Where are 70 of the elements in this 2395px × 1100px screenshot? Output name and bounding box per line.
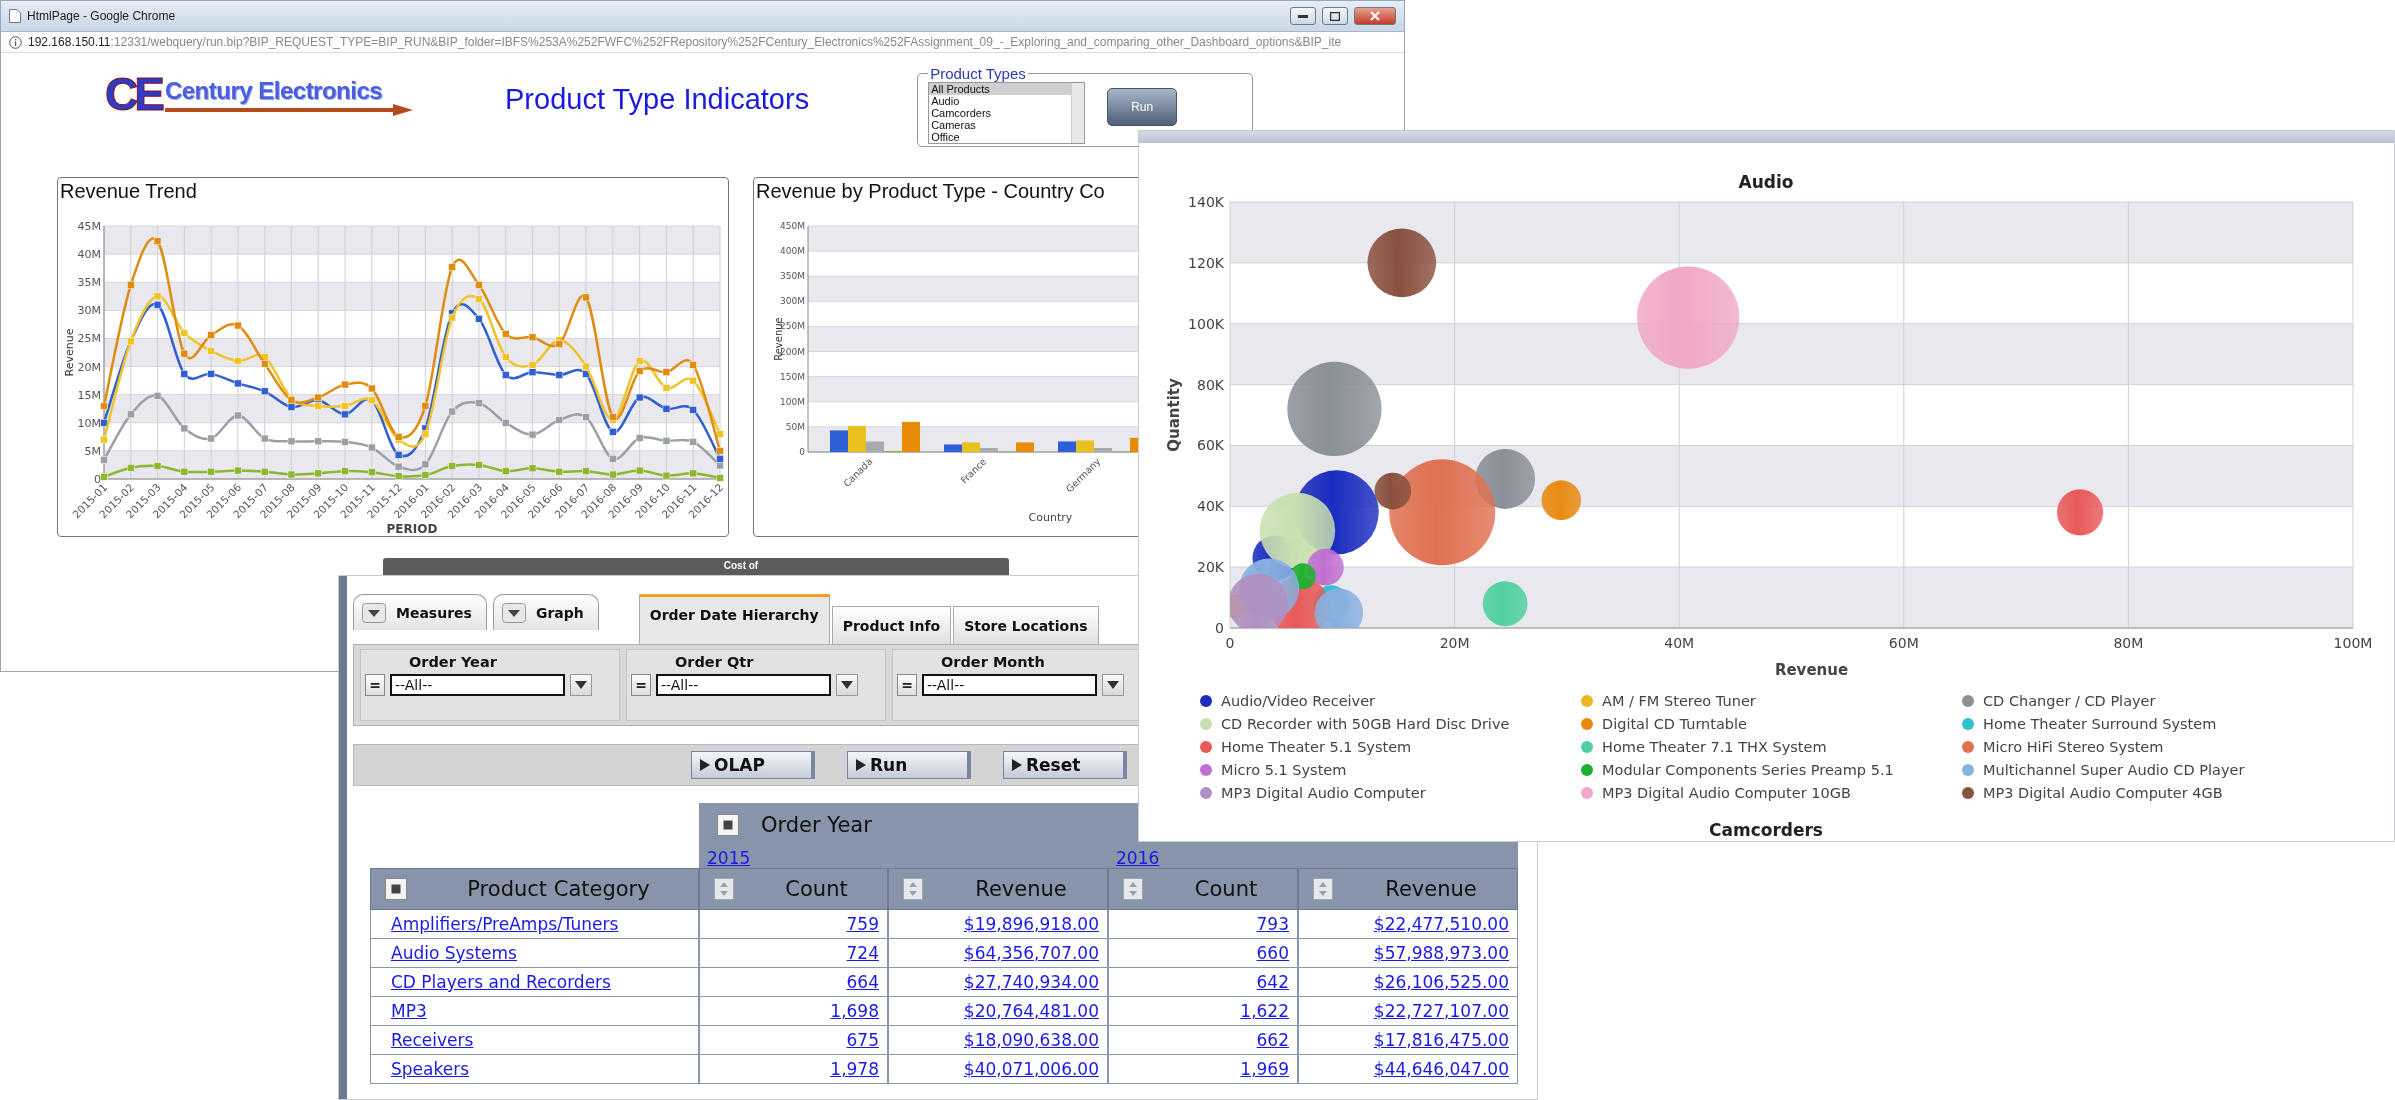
legend-label: CD Changer / CD Player <box>1983 693 2156 709</box>
legend-label: Modular Components Series Preamp 5.1 <box>1602 762 1894 778</box>
axis-title: Country <box>1028 510 1073 524</box>
axis-tick-label: 40K <box>1197 498 1224 515</box>
header-label: Count <box>784 877 849 901</box>
chart-title: Revenue Trend <box>59 179 198 204</box>
axis-tick-label: 5M <box>84 444 101 458</box>
axis-tick-label: 350M <box>780 271 805 281</box>
axis-tick-label: 140K <box>1188 194 1224 210</box>
filter-label: Order Qtr <box>674 654 755 672</box>
axis-tick-label: 80K <box>1197 376 1224 393</box>
axis-tick-label: 60M <box>1888 635 1919 651</box>
page-title: Product Type Indicators <box>505 83 810 116</box>
header-label: Product Category <box>466 877 651 901</box>
legend-label: Micro 5.1 System <box>1221 762 1347 778</box>
dimension-label: Order Year <box>761 813 872 837</box>
legend-label: MP3 Digital Audio Computer <box>1221 785 1426 801</box>
axis-tick-label: 40M <box>77 247 101 261</box>
url-text: 192.168.150.11:12331/webquery/run.bip?BIP_REQUEST_TYPE=BIP_RUN&BIP_folder=IBFS%253A%252FWFC%252FRepository%252FCentury_Electronics%252FAssignment_09_-_Exploring_and_comparing_other_Dashboard_options&BIP_ite <box>28 35 1342 49</box>
legend-label: MP3 Digital Audio Computer 4GB <box>1983 785 2223 801</box>
header-label: Revenue <box>974 877 1068 901</box>
legend-label: Digital CD Turntable <box>1602 716 1747 732</box>
axis-tick-label: 25M <box>77 332 101 346</box>
axis-tick-label: 45M <box>77 219 101 233</box>
legend-label: Home Theater 7.1 THX System <box>1602 739 1827 755</box>
window-title: HtmlPage - Google Chrome <box>27 9 177 23</box>
axis-tick-label: 100K <box>1188 315 1224 332</box>
chart-title: Camcorders <box>1708 820 1824 840</box>
axis-tick-label: 0 <box>1215 620 1224 636</box>
axis-tick-label: 60K <box>1197 437 1224 454</box>
axis-tick-label: 20M <box>1439 635 1470 651</box>
axis-tick-label: 0 <box>1225 635 1235 651</box>
axis-title: Revenue <box>1774 661 1849 679</box>
filter-label: Order Month <box>940 654 1046 672</box>
axis-tick-label: 450M <box>780 220 805 231</box>
chart-title: Audio <box>1738 172 1794 192</box>
axis-tick-label: 100M <box>780 396 805 407</box>
chart-title: Revenue by Product Type - Country Co <box>755 179 1106 204</box>
header-label: Count <box>1193 877 1259 901</box>
legend-label: AM / FM Stereo Tuner <box>1602 693 1756 709</box>
axis-tick-label: 0 <box>94 472 101 486</box>
legend-label: CD Recorder with 50GB Hard Disc Drive <box>1221 716 1510 732</box>
axis-title: Revenue <box>63 328 76 377</box>
axis-tick-label: 10M <box>77 416 101 430</box>
header-label: Revenue <box>1384 877 1478 901</box>
axis-tick-label: 120K <box>1188 254 1224 271</box>
axis-tick-label: 300M <box>780 296 805 307</box>
axis-tick-label: 20M <box>77 360 101 374</box>
axis-tick-label: 400M <box>780 245 805 256</box>
axis-tick-label: 100M <box>2333 635 2373 651</box>
axis-tick-label: 15M <box>77 388 101 402</box>
axis-tick-label: 50M <box>785 421 805 432</box>
axis-title: Quantity <box>1165 378 1183 452</box>
legend-label: MP3 Digital Audio Computer 10GB <box>1602 785 1851 801</box>
axis-tick-label: 150M <box>780 371 805 382</box>
axis-title: PERIOD <box>386 521 438 536</box>
legend-label: Micro HiFi Stereo System <box>1983 739 2164 755</box>
filter-label: Order Year <box>408 654 498 672</box>
axis-tick-label: 0 <box>799 446 805 457</box>
column-header: Cost of <box>723 559 759 573</box>
axis-tick-label: 30M <box>77 304 101 318</box>
axis-tick-label: 20K <box>1197 559 1224 576</box>
axis-tick-label: 80M <box>2113 635 2144 651</box>
legend-label: Home Theater Surround System <box>1983 716 2217 732</box>
axis-tick-label: 35M <box>77 276 101 289</box>
group-label: Product Types <box>929 65 1027 82</box>
legend-label: Home Theater 5.1 System <box>1221 739 1412 755</box>
axis-tick-label: 40M <box>1664 635 1695 651</box>
legend-label: Multichannel Super Audio CD Player <box>1983 762 2245 778</box>
legend-label: Audio/Video Receiver <box>1221 693 1376 709</box>
